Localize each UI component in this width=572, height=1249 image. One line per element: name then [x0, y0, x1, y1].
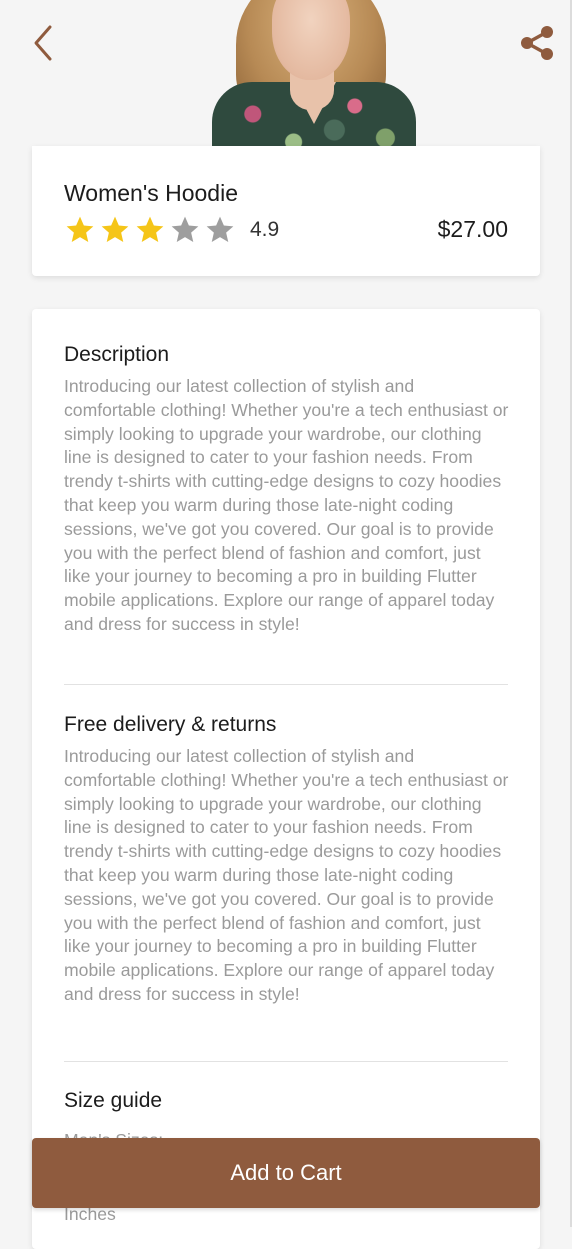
description-section: Description Introducing our latest colle… — [64, 343, 510, 637]
product-name: Women's Hoodie — [64, 180, 238, 206]
back-button[interactable] — [26, 22, 60, 64]
star-filled-icon — [136, 216, 164, 242]
delivery-body: Introducing our latest collection of sty… — [64, 746, 509, 1004]
product-summary-card: Women's Hoodie 4.9 $27.00 — [32, 146, 540, 276]
product-photo — [212, 0, 416, 146]
size-guide-title: Size guide — [64, 1089, 163, 1112]
rating-value: 4.9 — [250, 218, 280, 241]
description-title: Description — [64, 343, 170, 366]
product-details-card: Description Introducing our latest colle… — [32, 309, 540, 1249]
product-price: $27.00 — [437, 216, 508, 242]
divider — [64, 1061, 508, 1062]
share-icon — [521, 26, 553, 60]
star-filled-icon — [66, 216, 94, 242]
product-image-area — [0, 0, 572, 146]
delivery-section: Free delivery & returns Introducing our … — [64, 713, 510, 1007]
chevron-left-icon — [34, 25, 52, 61]
divider — [64, 684, 508, 685]
add-to-cart-button[interactable]: Add to Cart — [32, 1138, 540, 1208]
delivery-title: Free delivery & returns — [64, 713, 277, 736]
share-button[interactable] — [516, 22, 558, 64]
star-filled-icon — [101, 216, 129, 242]
description-body: Introducing our latest collection of sty… — [64, 376, 509, 634]
star-empty-icon — [206, 216, 234, 242]
rating-stars — [64, 214, 236, 246]
star-empty-icon — [171, 216, 199, 242]
